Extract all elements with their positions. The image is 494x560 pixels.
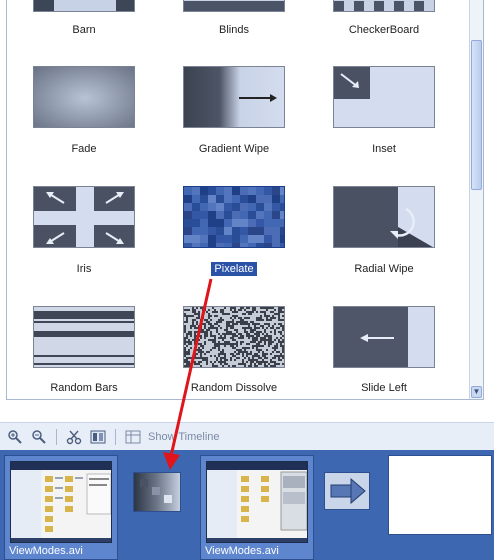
toolbar-divider — [115, 428, 116, 445]
storyboard-clip[interactable]: ViewModes.avi — [200, 455, 314, 560]
show-timeline-button[interactable]: Show Timeline — [148, 431, 220, 443]
storyboard-toolbar: Show Timeline — [0, 422, 494, 450]
transition-label: Iris — [76, 263, 92, 275]
zoom-out-icon[interactable] — [30, 428, 48, 446]
storyboard: ViewModes.avi ViewModes.avi — [0, 450, 494, 560]
transition-label: Blinds — [219, 24, 249, 36]
scroll-down-icon[interactable]: ▼ — [471, 386, 482, 398]
clip-name: ViewModes.avi — [9, 545, 83, 557]
transition-blinds-tile[interactable] — [183, 0, 285, 12]
transition-random-bars-tile[interactable] — [33, 306, 135, 368]
transition-label: Slide Left — [361, 382, 407, 394]
transition-label: CheckerBoard — [348, 24, 420, 36]
transition-label-selected: Pixelate — [159, 261, 309, 277]
transition-label: Random Dissolve — [190, 382, 278, 394]
transition-radial-wipe-tile[interactable] — [333, 186, 435, 248]
toolbar-divider — [56, 428, 57, 445]
storyboard-empty-clip-slot[interactable] — [388, 455, 492, 535]
transition-slot-empty[interactable] — [324, 472, 370, 510]
clip-thumbnail — [10, 461, 112, 543]
scrollbar-thumb[interactable] — [471, 40, 482, 190]
storyboard-clip[interactable]: ViewModes.avi — [4, 455, 118, 560]
transition-label: Barn — [72, 24, 96, 36]
combine-clips-icon[interactable] — [89, 428, 107, 446]
transitions-gallery: Barn Blinds CheckerBoard Fade Gradient W… — [6, 0, 484, 400]
transition-barn-tile[interactable] — [33, 0, 135, 12]
transition-slide-left-tile[interactable] — [333, 306, 435, 368]
zoom-in-icon[interactable] — [6, 428, 24, 446]
transition-pixelate-tile[interactable] — [183, 186, 285, 248]
transition-fade-tile[interactable] — [33, 66, 135, 128]
clip-thumbnail — [206, 461, 308, 543]
gallery-scrollbar[interactable]: ▼ — [469, 0, 483, 399]
transition-label: Radial Wipe — [354, 263, 414, 275]
transition-iris-tile[interactable] — [33, 186, 135, 248]
transition-inset-tile[interactable] — [333, 66, 435, 128]
transition-arrow-icon — [325, 473, 369, 509]
timeline-icon[interactable] — [124, 428, 142, 446]
transition-label: Fade — [71, 143, 97, 155]
transition-random-dissolve-tile[interactable] — [183, 306, 285, 368]
transition-label: Inset — [372, 143, 396, 155]
transition-label: Random Bars — [50, 382, 118, 394]
transition-checkerboard-tile[interactable] — [333, 0, 435, 12]
transition-label: Gradient Wipe — [198, 143, 270, 155]
transition-gradient-wipe-tile[interactable] — [183, 66, 285, 128]
transition-slot-pixelate[interactable] — [133, 472, 181, 512]
split-clip-icon[interactable] — [65, 428, 83, 446]
clip-name: ViewModes.avi — [205, 545, 279, 557]
